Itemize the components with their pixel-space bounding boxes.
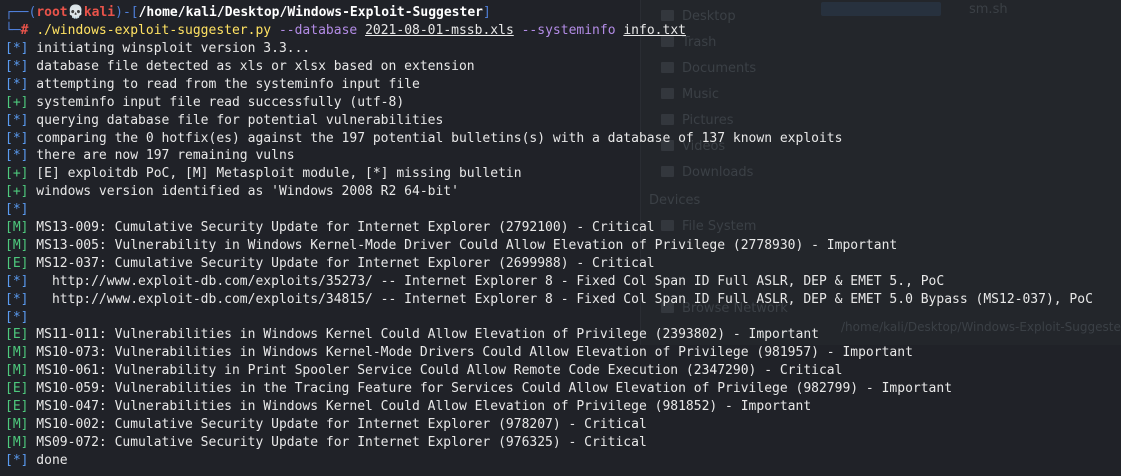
output-line-tag: [+] (5, 184, 29, 200)
output-line: [E] MS11-011: Vulnerabilities in Windows… (5, 326, 819, 344)
output-line: [+] [E] exploitdb PoC, [M] Metasploit mo… (5, 165, 522, 183)
command-flag-database: --database (278, 23, 358, 38)
output-line: [M] MS10-061: Vulnerability in Print Spo… (5, 362, 842, 380)
prompt-frame-mid: )-[ (115, 5, 139, 20)
output-line: [M] MS13-009: Cumulative Security Update… (5, 219, 655, 237)
prompt-hash: # (20, 23, 29, 38)
output-line-text: MS10-073: Vulnerabilities in Windows Ker… (28, 345, 913, 361)
output-line: [M] MS10-002: Cumulative Security Update… (5, 416, 647, 434)
prompt-frame-end: ] (482, 5, 491, 20)
output-line-text: attempting to read from the systeminfo i… (28, 76, 420, 92)
output-line-tag: [+] (5, 166, 29, 182)
prompt-frame-start: ┌──( (5, 5, 37, 20)
output-line: [+] systeminfo input file read successfu… (5, 94, 404, 112)
output-line-text: comparing the 0 hotfix(es) against the 1… (28, 130, 843, 146)
prompt-user: root (36, 5, 68, 20)
output-line: [+] windows version identified as 'Windo… (5, 183, 459, 201)
output-line-tag: [M] (5, 416, 29, 432)
output-line: [M] MS10-073: Vulnerabilities in Windows… (5, 344, 913, 362)
output-line: [*] database file detected as xls or xls… (5, 58, 475, 76)
prompt-line-2: └─# ./windows-exploit-suggester.py --dat… (5, 22, 686, 40)
prompt-frame-second: └─ (5, 23, 21, 38)
output-line-tag: [M] (5, 345, 29, 361)
output-line-tag: [*] (5, 291, 29, 307)
output-line-text: MS13-009: Cumulative Security Update for… (28, 220, 655, 235)
output-line: [*] there are now 197 remaining vulns (5, 147, 295, 165)
output-line: [*] http://www.exploit-db.com/exploits/3… (5, 291, 1093, 309)
output-line-text: MS11-011: Vulnerabilities in Windows Ker… (28, 327, 819, 343)
output-line-text: MS10-061: Vulnerability in Print Spooler… (28, 363, 843, 379)
output-line: [E] MS10-059: Vulnerabilities in the Tra… (5, 380, 952, 398)
command-flag-systeminfo: --systeminfo (521, 23, 616, 38)
output-line-text: MS12-037: Cumulative Security Update for… (28, 255, 655, 271)
output-line-text: MS10-002: Cumulative Security Update for… (28, 416, 647, 432)
output-line: [*] comparing the 0 hotfix(es) against t… (5, 130, 842, 148)
output-line: [E] MS10-047: Vulnerabilities in Windows… (5, 398, 811, 416)
skull-icon: 💀 (67, 5, 84, 20)
output-line-tag: [*] (5, 58, 29, 74)
output-line-tag: [M] (5, 220, 29, 235)
output-line-text: systeminfo input file read successfully … (28, 94, 405, 110)
output-line-tag: [E] (5, 255, 29, 271)
output-line-text: querying database file for potential vul… (28, 112, 444, 128)
output-line-tag: [*] (5, 148, 29, 164)
output-line-tag: [M] (5, 363, 29, 379)
output-line-text: there are now 197 remaining vulns (28, 148, 295, 164)
output-line-text: windows version identified as 'Windows 2… (28, 184, 459, 200)
prompt-cwd: /home/kali/Desktop/Windows-Exploit-Sugge… (138, 5, 483, 20)
output-line-tag: [*] (5, 41, 29, 56)
output-line-text: MS13-005: Vulnerability in Windows Kerne… (28, 237, 898, 253)
output-line: [*] done (5, 452, 68, 470)
output-line-text: initiating winsploit version 3.3... (28, 41, 311, 56)
output-line-tag: [*] (5, 130, 29, 146)
desktop-screen: sm.sh Desktop Trash Documents Music Pictures… (0, 0, 1121, 476)
output-line: [*] (5, 309, 28, 327)
output-line-text: http://www.exploit-db.com/exploits/34815… (28, 291, 1093, 307)
output-line: [*] http://www.exploit-db.com/exploits/3… (5, 273, 944, 291)
output-line-tag: [*] (5, 76, 29, 92)
output-line: [*] initiating winsploit version 3.3... (5, 40, 310, 58)
output-line-text: MS10-059: Vulnerabilities in the Tracing… (28, 381, 953, 397)
output-line-text: MS09-072: Cumulative Security Update for… (28, 434, 647, 450)
command-arg-systeminfo-file[interactable]: info.txt (623, 23, 686, 38)
output-line-text: MS10-047: Vulnerabilities in Windows Ker… (28, 399, 812, 414)
output-line-tag: [*] (5, 309, 29, 325)
output-line: [E] MS12-037: Cumulative Security Update… (5, 255, 655, 273)
command-arg-database-file[interactable]: 2021-08-01-mssb.xls (365, 23, 514, 38)
terminal-output[interactable]: ┌──(root💀kali)-[/home/kali/Desktop/Windo… (0, 0, 1121, 476)
output-line: [M] MS09-072: Cumulative Security Update… (5, 434, 647, 452)
output-line: [*] attempting to read from the systemin… (5, 76, 420, 94)
prompt-host: kali (83, 5, 116, 20)
output-line-tag: [*] (5, 452, 29, 468)
command-name: ./windows-exploit-suggester.py (36, 23, 272, 38)
output-line-tag: [M] (5, 434, 29, 450)
output-line-text: [E] exploitdb PoC, [M] Metasploit module… (28, 166, 522, 182)
output-line-tag: [E] (5, 327, 29, 343)
output-line: [*] querying database file for potential… (5, 112, 443, 130)
output-line: [M] MS13-005: Vulnerability in Windows K… (5, 237, 897, 255)
output-line-text: http://www.exploit-db.com/exploits/35273… (28, 273, 945, 289)
output-line-tag: [*] (5, 273, 29, 289)
output-line-tag: [E] (5, 381, 29, 397)
output-line: [*] (5, 201, 28, 219)
output-line-tag: [+] (5, 94, 29, 110)
prompt-line-1: ┌──(root💀kali)-[/home/kali/Desktop/Windo… (5, 4, 491, 22)
output-line-tag: [*] (5, 112, 29, 128)
output-line-tag: [*] (5, 202, 29, 218)
output-line-text: done (28, 452, 68, 468)
output-line-tag: [E] (5, 399, 29, 414)
output-line-text: database file detected as xls or xlsx ba… (28, 58, 475, 74)
output-line-tag: [M] (5, 237, 29, 253)
